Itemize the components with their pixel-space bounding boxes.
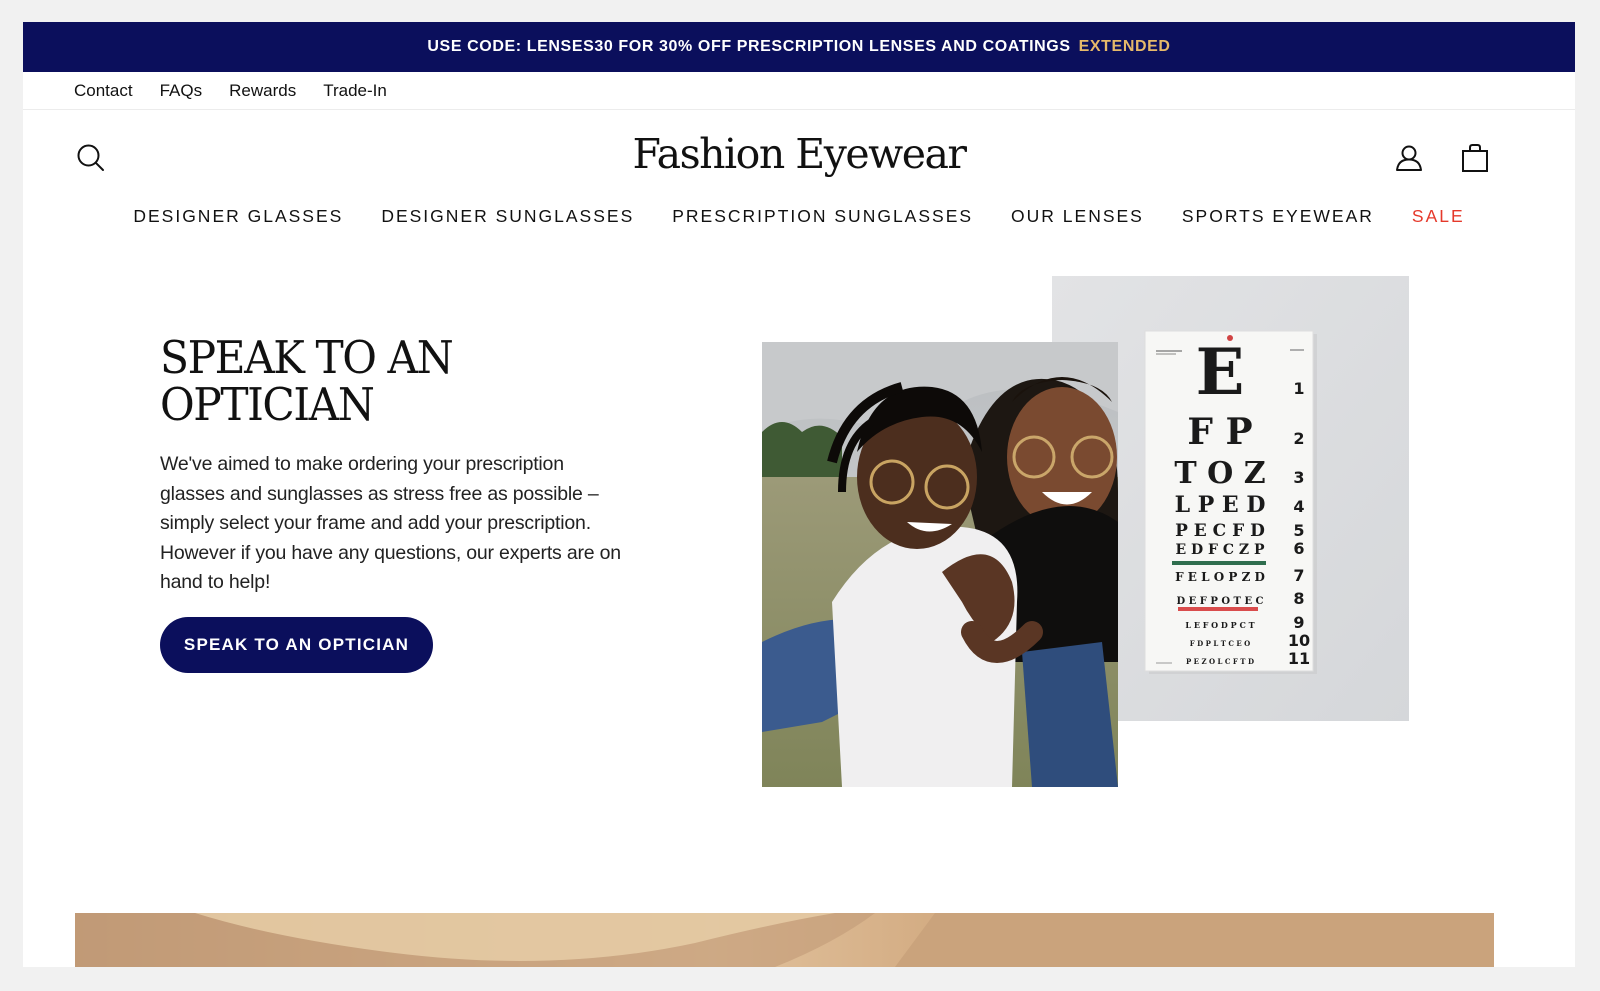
nav-prescription-sunglasses[interactable]: PRESCRIPTION SUNGLASSES [672, 206, 973, 227]
eye-chart-row-5: P E C F D [1175, 521, 1265, 541]
next-section-banner-image [75, 913, 1494, 967]
account-button[interactable] [1391, 140, 1427, 176]
eye-chart-row-number-4: 4 [1293, 497, 1304, 516]
eye-chart-row-6: E D F C Z P [1175, 542, 1264, 558]
nav-designer-glasses[interactable]: DESIGNER GLASSES [133, 206, 343, 227]
eye-chart-row-number-10: 10 [1288, 631, 1310, 650]
nav-sale[interactable]: SALE [1412, 206, 1465, 227]
hero-text-block: SPEAK TO AN OPTICIAN We've aimed to make… [160, 334, 630, 673]
optician-hero: SPEAK TO AN OPTICIAN We've aimed to make… [23, 276, 1575, 836]
eye-chart-row-number-9: 9 [1293, 613, 1304, 632]
eye-chart-row-number-7: 7 [1293, 566, 1304, 585]
eye-chart-row-7: F E L O P Z D [1175, 570, 1265, 584]
eye-chart-row-9: L E F O D P C T [1185, 620, 1254, 630]
eye-chart-row-number-8: 8 [1293, 589, 1304, 608]
hero-title: SPEAK TO AN OPTICIAN [160, 334, 602, 428]
eye-chart-row-4: L P E D [1175, 492, 1266, 518]
nav-sports-eyewear[interactable]: SPORTS EYEWEAR [1182, 206, 1374, 227]
eye-chart-row-number-1: 1 [1293, 379, 1304, 398]
promo-banner[interactable]: USE CODE: LENSES30 FOR 30% OFF PRESCRIPT… [23, 22, 1575, 72]
promo-text: USE CODE: LENSES30 FOR 30% OFF PRESCRIPT… [427, 38, 1071, 55]
hero-body-text: We've aimed to make ordering your prescr… [160, 453, 621, 593]
hero-title-line2: OPTICIAN [160, 378, 375, 431]
eye-chart-row-number-6: 6 [1293, 539, 1304, 558]
speak-to-optician-button[interactable]: SPEAK TO AN OPTICIAN [160, 616, 433, 673]
account-icon [1396, 145, 1422, 171]
promo-highlight: EXTENDED [1078, 38, 1171, 55]
eye-chart-row-1: E [1196, 335, 1245, 410]
shopping-bag-icon [1462, 144, 1488, 172]
eye-chart-row-number-2: 2 [1293, 429, 1304, 448]
utility-link-rewards[interactable]: Rewards [229, 81, 296, 101]
eye-chart-row-3: T O Z [1174, 456, 1265, 491]
main-nav: DESIGNER GLASSES DESIGNER SUNGLASSES PRE… [23, 198, 1575, 234]
utility-link-faqs[interactable]: FAQs [160, 81, 203, 101]
nav-designer-sunglasses[interactable]: DESIGNER SUNGLASSES [381, 206, 634, 227]
eye-chart-row-8: D E F P O T E C [1176, 596, 1263, 607]
eye-chart-row-number-5: 5 [1293, 521, 1304, 540]
eye-chart-row-number-3: 3 [1293, 468, 1304, 487]
hero-title-line1: SPEAK TO AN [160, 331, 454, 384]
cart-button[interactable] [1457, 140, 1493, 176]
eye-chart-row-11: P E Z O L C F T D [1186, 657, 1254, 666]
utility-link-trade-in[interactable]: Trade-In [323, 81, 387, 101]
eye-chart-row-number-11: 11 [1288, 649, 1310, 668]
nav-our-lenses[interactable]: OUR LENSES [1011, 206, 1144, 227]
site-logo[interactable]: Fashion Eyewear [23, 130, 1575, 178]
eye-chart-row-2: F P [1187, 411, 1252, 453]
site-header: Fashion Eyewear [23, 110, 1575, 198]
eye-chart-row-10: F D P L T C E O [1190, 639, 1251, 648]
browser-viewport: USE CODE: LENSES30 FOR 30% OFF PRESCRIPT… [23, 22, 1575, 967]
utility-nav: Contact FAQs Rewards Trade-In [23, 72, 1575, 110]
friends-wearing-glasses-photo [762, 342, 1118, 787]
utility-link-contact[interactable]: Contact [74, 81, 133, 101]
